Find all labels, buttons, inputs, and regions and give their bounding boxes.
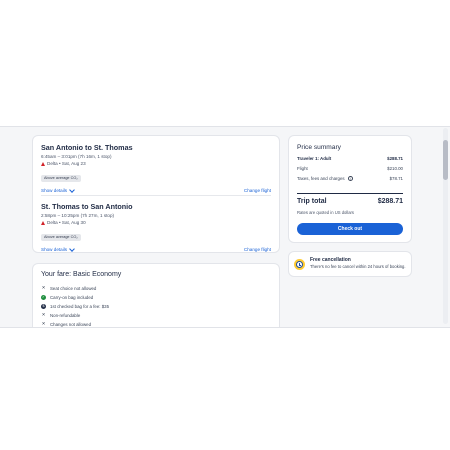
show-details-label: Show details bbox=[41, 247, 68, 252]
leg-time: 2:58pm – 10:25pm (7h 27m, 1 stop) bbox=[41, 213, 115, 218]
list-item: ✕ Changes not allowed bbox=[41, 320, 109, 327]
traveler-row: Traveler 1: Adult $288.71 bbox=[297, 156, 403, 161]
leg-airline: Delta • Sat, Aug 23 bbox=[41, 161, 271, 166]
feature-text: Seat choice not allowed bbox=[50, 286, 97, 291]
traveler-label: Traveler 1: Adult bbox=[297, 156, 332, 161]
flight-label: Flight bbox=[297, 166, 308, 171]
chevron-down-icon bbox=[69, 245, 75, 252]
rates-note: Rates are quoted in US dollars bbox=[297, 210, 355, 215]
free-cancellation-card: Free cancellation There's no fee to canc… bbox=[288, 251, 412, 277]
delta-logo-icon bbox=[41, 220, 45, 225]
leg-title: St. Thomas to San Antonio bbox=[41, 202, 133, 211]
clock-icon bbox=[294, 259, 305, 270]
flight-row: Flight $210.00 bbox=[297, 166, 403, 171]
divider bbox=[41, 195, 271, 196]
leg-actions: Show details Change flight bbox=[41, 245, 271, 252]
traveler-value: $288.71 bbox=[387, 156, 403, 161]
co2-badge: Above average CO₂ bbox=[41, 174, 81, 182]
feature-text: Non-refundable bbox=[50, 313, 81, 318]
leg-airline: Delta • Sat, Aug 30 bbox=[41, 220, 271, 225]
flight-value: $210.00 bbox=[387, 166, 403, 171]
check-icon: ✓ bbox=[41, 294, 46, 300]
fare-card: Your fare: Basic Economy ✕ Seat choice n… bbox=[32, 263, 280, 327]
feature-text: Carry-on bag included bbox=[50, 295, 94, 300]
change-flight-link[interactable]: Change flight bbox=[244, 188, 271, 193]
fare-features: ✕ Seat choice not allowed ✓ Carry-on bag… bbox=[41, 284, 109, 327]
feature-text: Changes not allowed bbox=[50, 322, 92, 327]
show-details-link[interactable]: Show details bbox=[41, 245, 75, 252]
feature-text: 1st checked bag for a fee: $35 bbox=[50, 304, 110, 309]
leg-time: 6:45am – 3:01pm (7h 16m, 1 stop) bbox=[41, 154, 112, 159]
x-icon: ✕ bbox=[41, 285, 46, 291]
list-item: ✕ Seat choice not allowed bbox=[41, 284, 109, 293]
price-title: Price summary bbox=[297, 144, 341, 151]
change-flight-link[interactable]: Change flight bbox=[244, 247, 271, 252]
x-icon: ✕ bbox=[41, 321, 46, 327]
checkout-button[interactable]: Check out bbox=[297, 223, 403, 235]
fare-title: Your fare: Basic Economy bbox=[41, 271, 122, 278]
cancellation-text: There's no fee to cancel within 24 hours… bbox=[310, 264, 406, 269]
list-item: $ 1st checked bag for a fee: $35 bbox=[41, 302, 109, 311]
cancellation-title: Free cancellation bbox=[310, 257, 351, 263]
trip-total-row: Trip total $288.71 bbox=[297, 198, 403, 205]
leg-actions: Show details Change flight bbox=[41, 186, 271, 193]
airline-date: Delta • Sat, Aug 30 bbox=[47, 220, 86, 225]
show-details-link[interactable]: Show details bbox=[41, 186, 75, 193]
price-summary-card: Price summary Traveler 1: Adult $288.71 … bbox=[288, 135, 412, 243]
info-icon[interactable]: i bbox=[347, 176, 353, 182]
scrollbar[interactable] bbox=[443, 128, 448, 324]
x-icon: ✕ bbox=[41, 312, 46, 318]
leg-title: San Antonio to St. Thomas bbox=[41, 143, 133, 152]
return-leg: St. Thomas to San Antonio 2:58pm – 10:25… bbox=[41, 202, 271, 252]
trip-total-label: Trip total bbox=[297, 198, 327, 205]
show-details-label: Show details bbox=[41, 188, 68, 193]
taxes-row: Taxes, fees and charges i $78.71 bbox=[297, 176, 403, 182]
taxes-label: Taxes, fees and charges bbox=[297, 176, 345, 181]
list-item: ✓ Carry-on bag included bbox=[41, 293, 109, 302]
airline-date: Delta • Sat, Aug 23 bbox=[47, 161, 86, 166]
flights-card: San Antonio to St. Thomas 6:45am – 3:01p… bbox=[32, 135, 280, 253]
taxes-value: $78.71 bbox=[389, 176, 403, 181]
divider bbox=[297, 193, 403, 194]
chevron-down-icon bbox=[69, 186, 75, 193]
delta-logo-icon bbox=[41, 161, 45, 166]
trip-total-value: $288.71 bbox=[377, 198, 403, 205]
dollar-icon: $ bbox=[41, 303, 46, 309]
page-content: San Antonio to St. Thomas 6:45am – 3:01p… bbox=[0, 126, 450, 328]
outbound-leg: San Antonio to St. Thomas 6:45am – 3:01p… bbox=[41, 143, 271, 193]
taxes-label-group: Taxes, fees and charges i bbox=[297, 176, 353, 182]
list-item: ✕ Non-refundable bbox=[41, 311, 109, 320]
scrollbar-thumb[interactable] bbox=[443, 140, 448, 180]
co2-badge: Above average CO₂ bbox=[41, 233, 81, 241]
